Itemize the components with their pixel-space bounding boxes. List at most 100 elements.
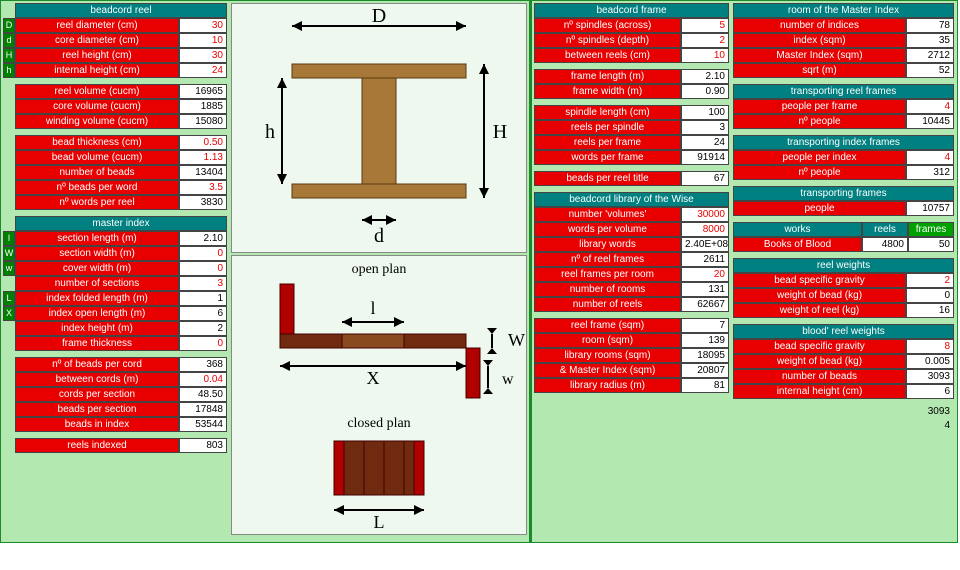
row-value[interactable]: 10757 <box>906 201 954 216</box>
row-value[interactable]: 0 <box>906 288 954 303</box>
row-label: people <box>733 201 906 216</box>
sect-trans-reel: transporting reel frames people per fram… <box>733 84 954 129</box>
row-value[interactable]: 10445 <box>906 114 954 129</box>
works-reels-val[interactable]: 4800 <box>862 237 908 252</box>
row-value[interactable]: 0.50 <box>179 135 227 150</box>
row-value[interactable]: 2 <box>179 321 227 336</box>
data-row: reels indexed803 <box>3 438 227 453</box>
data-row: between reels (cm)10 <box>534 48 729 63</box>
data-row: nº of beads per cord368 <box>3 357 227 372</box>
row-value[interactable]: 2 <box>906 273 954 288</box>
row-value[interactable]: 20807 <box>681 363 729 378</box>
hdr-beadcord-frame: beadcord frame <box>534 3 729 18</box>
row-value[interactable]: 139 <box>681 333 729 348</box>
row-value[interactable]: 52 <box>906 63 954 78</box>
row-value[interactable]: 0 <box>179 246 227 261</box>
row-tag-empty <box>3 321 15 336</box>
row-value[interactable]: 24 <box>179 63 227 78</box>
row-value[interactable]: 100 <box>681 105 729 120</box>
data-row: bead specific gravity8 <box>733 339 954 354</box>
row-value[interactable]: 4 <box>906 99 954 114</box>
row-value[interactable]: 3 <box>179 276 227 291</box>
row-value[interactable]: 16965 <box>179 84 227 99</box>
row-value[interactable]: 1885 <box>179 99 227 114</box>
row-value[interactable]: 2.10 <box>681 69 729 84</box>
row-label: words per volume <box>534 222 681 237</box>
row-value[interactable]: 17848 <box>179 402 227 417</box>
row-label: & Master Index (sqm) <box>534 363 681 378</box>
row-value[interactable]: 24 <box>681 135 729 150</box>
row-value[interactable]: 15080 <box>179 114 227 129</box>
row-value[interactable]: 803 <box>179 438 227 453</box>
works-row: Books of Blood480050 <box>733 237 954 252</box>
sect-master-room: room of the Master Index number of indic… <box>733 3 954 78</box>
row-value[interactable]: 2611 <box>681 252 729 267</box>
row-value[interactable]: 1.13 <box>179 150 227 165</box>
row-value[interactable]: 20 <box>681 267 729 282</box>
row-value[interactable]: 67 <box>681 171 729 186</box>
row-value[interactable]: 18095 <box>681 348 729 363</box>
row-value[interactable]: 0.04 <box>179 372 227 387</box>
row-value[interactable]: 368 <box>179 357 227 372</box>
row-label: beads per reel title <box>534 171 681 186</box>
row-value[interactable]: 30 <box>179 18 227 33</box>
hdr-trans-index: transporting index frames <box>733 135 954 150</box>
row-value[interactable]: 131 <box>681 282 729 297</box>
row-value[interactable]: 30 <box>179 48 227 63</box>
row-tag-empty <box>3 336 15 351</box>
row-value[interactable]: 8000 <box>681 222 729 237</box>
data-row: beads in index53544 <box>3 417 227 432</box>
row-label: spindle length (cm) <box>534 105 681 120</box>
row-value[interactable]: 0 <box>179 336 227 351</box>
row-label: nº of beads per cord <box>15 357 179 372</box>
row-value[interactable]: 0.90 <box>681 84 729 99</box>
row-value[interactable]: 2.40E+08 <box>681 237 729 252</box>
row-value[interactable]: 8 <box>906 339 954 354</box>
row-value[interactable]: 4 <box>906 150 954 165</box>
row-value[interactable]: 6 <box>179 306 227 321</box>
row-value[interactable]: 62667 <box>681 297 729 312</box>
works-frames-val[interactable]: 50 <box>908 237 954 252</box>
row-value[interactable]: 312 <box>906 165 954 180</box>
plan-svg: l X W w <box>232 256 528 534</box>
plain-val-1: 4 <box>731 419 956 433</box>
data-row: frame thickness0 <box>3 336 227 351</box>
data-row: reels per frame24 <box>534 135 729 150</box>
row-value[interactable]: 53544 <box>179 417 227 432</box>
column-c: beadcord frame nº spindles (across)5nº s… <box>529 1 731 542</box>
row-value[interactable]: 2.10 <box>179 231 227 246</box>
row-value[interactable]: 2 <box>681 33 729 48</box>
row-value[interactable]: 0.005 <box>906 354 954 369</box>
row-value[interactable]: 48.50 <box>179 387 227 402</box>
row-value[interactable]: 30000 <box>681 207 729 222</box>
row-label: bead volume (cucm) <box>15 150 179 165</box>
row-value[interactable]: 10 <box>681 48 729 63</box>
row-value[interactable]: 78 <box>906 18 954 33</box>
row-value[interactable]: 81 <box>681 378 729 393</box>
row-value[interactable]: 3 <box>681 120 729 135</box>
row-tag-empty <box>3 417 15 432</box>
row-value[interactable]: 13404 <box>179 165 227 180</box>
row-value[interactable]: 3093 <box>906 369 954 384</box>
data-row: number of beads13404 <box>3 165 227 180</box>
row-value[interactable]: 0 <box>179 261 227 276</box>
row-label: internal height (cm) <box>15 63 179 78</box>
row-value[interactable]: 2712 <box>906 48 954 63</box>
row-label: core diameter (cm) <box>15 33 179 48</box>
row-value[interactable]: 16 <box>906 303 954 318</box>
row-label: core volume (cucm) <box>15 99 179 114</box>
row-value[interactable]: 91914 <box>681 150 729 165</box>
row-value[interactable]: 3.5 <box>179 180 227 195</box>
row-label: nº spindles (across) <box>534 18 681 33</box>
row-value[interactable]: 10 <box>179 33 227 48</box>
sect-beadcord-reel: beadcord reel Dreel diameter (cm)30dcore… <box>3 3 227 78</box>
sect-trans-index: transporting index frames people per ind… <box>733 135 954 180</box>
row-value[interactable]: 5 <box>681 18 729 33</box>
row-value[interactable]: 7 <box>681 318 729 333</box>
row-value[interactable]: 6 <box>906 384 954 399</box>
row-value[interactable]: 3830 <box>179 195 227 210</box>
row-label: weight of reel (kg) <box>733 303 906 318</box>
row-value[interactable]: 1 <box>179 291 227 306</box>
row-value[interactable]: 35 <box>906 33 954 48</box>
row-label: library words <box>534 237 681 252</box>
